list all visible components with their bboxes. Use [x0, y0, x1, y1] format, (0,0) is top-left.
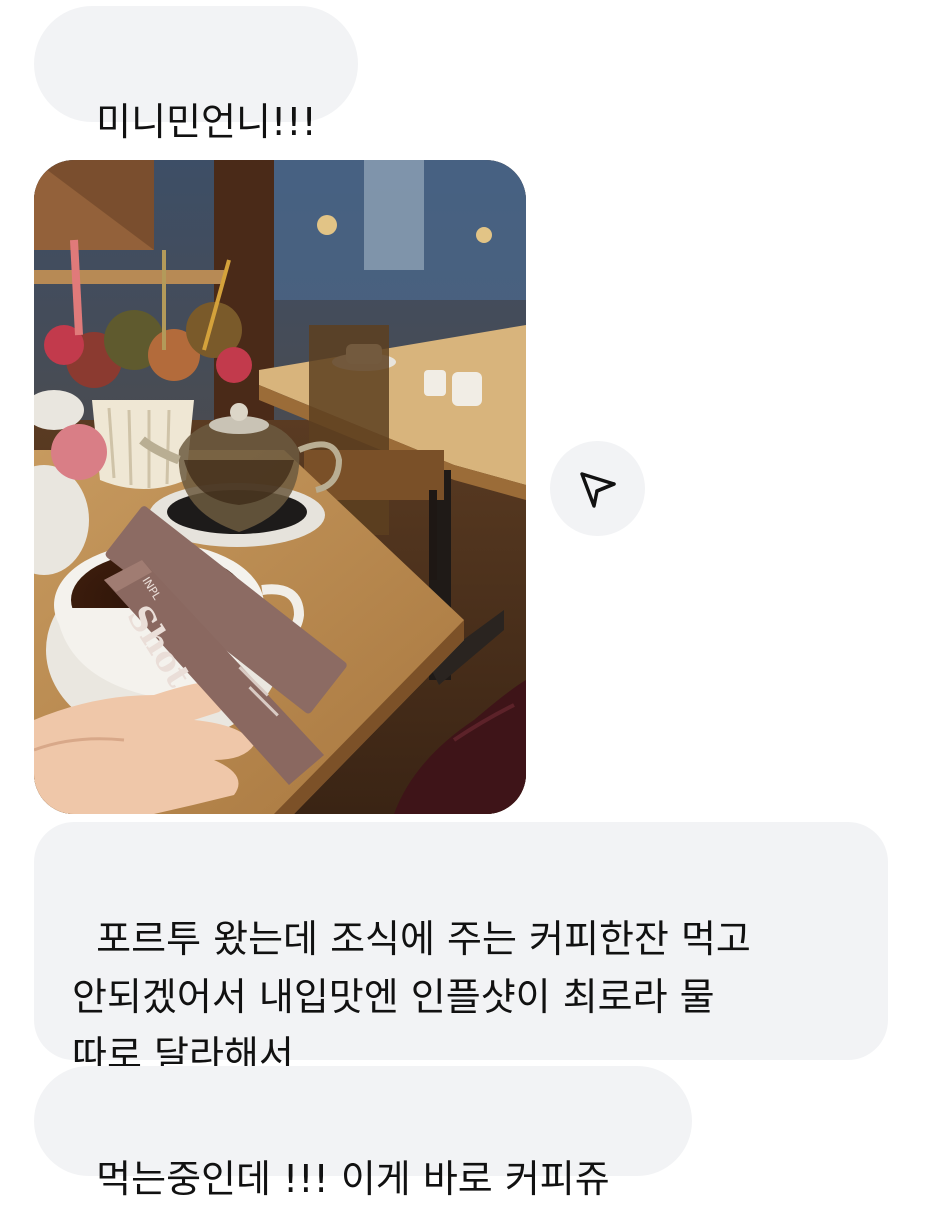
message-text: 먹는중인데 !!! 이게 바로 커피쥬	[96, 1157, 610, 1201]
message-bubble-4[interactable]: 먹는중인데 !!! 이게 바로 커피쥬	[34, 1066, 692, 1201]
message-photo[interactable]: Shot INPL	[34, 160, 526, 814]
share-button[interactable]	[550, 441, 645, 536]
message-bubble-1[interactable]: 미니민언니!!!	[34, 6, 358, 144]
message-text: 포르투 왔는데 조식에 주는 커피한잔 먹고 안되겠어서 내입맛엔 인플샷이 최…	[72, 917, 751, 1077]
paper-plane-share-icon	[579, 471, 616, 508]
message-text: 미니민언니!!!	[96, 100, 317, 144]
photo-cafe-coffee-image: Shot INPL	[34, 160, 526, 814]
message-bubble-3[interactable]: 포르투 왔는데 조식에 주는 커피한잔 먹고 안되겠어서 내입맛엔 인플샷이 최…	[34, 822, 888, 1077]
